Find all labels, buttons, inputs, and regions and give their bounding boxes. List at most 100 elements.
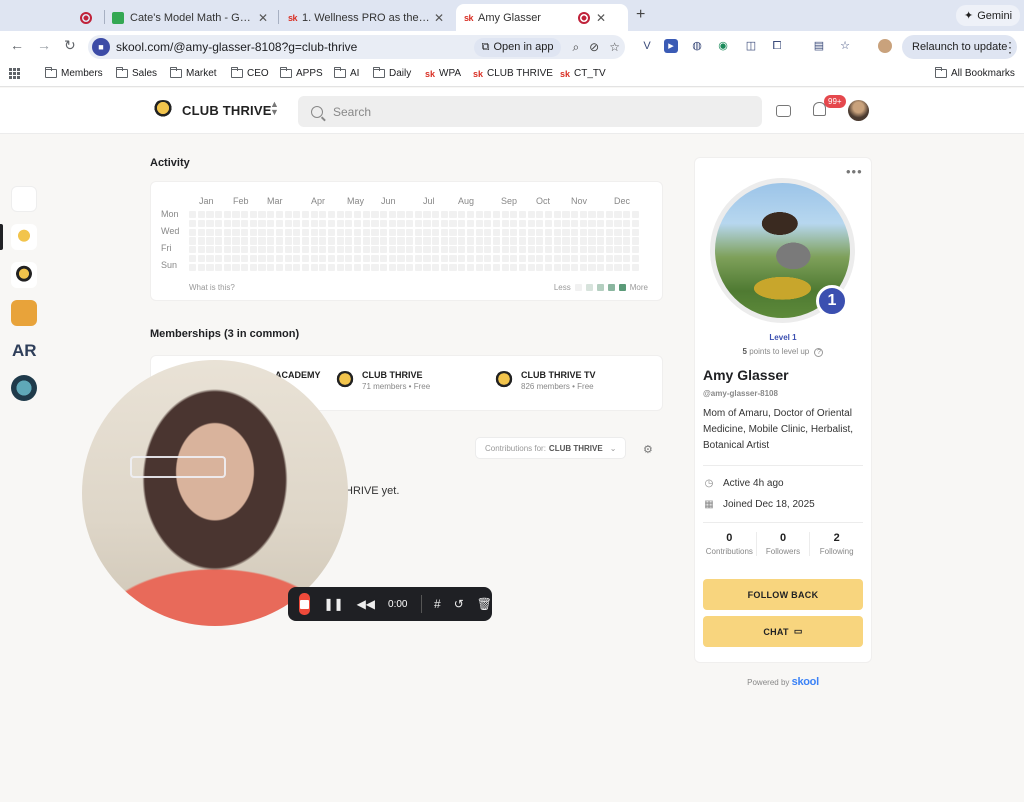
extensions-icon[interactable]: ⧠ bbox=[770, 39, 784, 53]
tab-cates-model-math[interactable]: Cate's Model Math - Google ✕ bbox=[104, 4, 276, 31]
tab-amy-glasser[interactable]: sk Amy Glasser ✕ bbox=[456, 4, 628, 31]
star-icon[interactable]: ☆ bbox=[609, 40, 620, 54]
heatmap-cell bbox=[301, 211, 310, 219]
help-icon[interactable]: ? bbox=[814, 348, 824, 357]
zoom-icon[interactable]: ⌕ bbox=[572, 40, 579, 55]
new-tab-button[interactable]: + bbox=[636, 6, 645, 24]
heatmap-cell bbox=[553, 219, 561, 228]
search-placeholder: Search bbox=[333, 104, 372, 119]
heatmap-cell bbox=[527, 254, 535, 263]
reading-list-icon[interactable]: ▤ bbox=[812, 39, 826, 53]
heatmap-cell bbox=[406, 219, 414, 228]
grid-icon[interactable]: # bbox=[434, 597, 441, 611]
heatmap-cell bbox=[310, 246, 318, 254]
heatmap-cell bbox=[623, 254, 631, 263]
chat-icon[interactable] bbox=[776, 105, 791, 117]
what-is-this-link[interactable]: What is this? bbox=[189, 283, 235, 292]
close-icon[interactable]: ✕ bbox=[258, 11, 268, 25]
trash-icon[interactable]: 🗑 bbox=[477, 597, 492, 611]
heatmap-cell bbox=[631, 211, 639, 219]
heatmap-cell bbox=[215, 237, 223, 245]
chevron-up-down-icon[interactable]: ▲ ▼ bbox=[270, 100, 279, 117]
eye-slash-icon[interactable]: ⊘ bbox=[589, 40, 599, 54]
heatmap-cell bbox=[362, 254, 370, 263]
bookmark-wpa[interactable]: sk WPA bbox=[425, 68, 461, 79]
divider bbox=[420, 595, 422, 613]
rewind-icon[interactable]: ◀◀ bbox=[357, 597, 375, 611]
heatmap-cell bbox=[319, 246, 327, 254]
rail-community-cat[interactable] bbox=[11, 300, 37, 326]
rail-community-hero[interactable] bbox=[11, 375, 37, 401]
tab-recording[interactable] bbox=[72, 4, 104, 31]
bookmark-ceo[interactable]: CEO bbox=[231, 67, 269, 79]
bookmark-members[interactable]: Members bbox=[45, 67, 103, 79]
back-arrow-icon[interactable]: ← bbox=[10, 37, 24, 53]
heatmap-cell bbox=[258, 211, 266, 219]
more-options-icon[interactable]: ••• bbox=[846, 164, 863, 179]
user-avatar[interactable] bbox=[848, 100, 869, 121]
heatmap-cell bbox=[536, 237, 544, 245]
heatmap-cell bbox=[527, 211, 535, 219]
skool-icon: sk bbox=[425, 68, 436, 79]
stat-followers[interactable]: 0 Followers bbox=[757, 532, 811, 556]
heatmap-cell bbox=[527, 263, 535, 271]
address-bar[interactable]: ■ skool.com/@amy-glasser-8108?g=club-thr… bbox=[88, 35, 625, 59]
heatmap-cell bbox=[449, 237, 457, 245]
bookmark-ai[interactable]: AI bbox=[334, 67, 359, 79]
rail-community-club-thrive-tv[interactable] bbox=[11, 262, 37, 288]
extension-whatsapp-icon[interactable]: ◉ bbox=[716, 39, 730, 53]
membership-club-thrive-tv[interactable]: CLUB THRIVE TV 826 members • Free bbox=[493, 370, 596, 391]
stop-recording-button[interactable] bbox=[299, 593, 311, 615]
heatmap-cell bbox=[458, 228, 466, 236]
bookmark-club-thrive[interactable]: sk CLUB THRIVE bbox=[473, 68, 553, 79]
close-icon[interactable]: ✕ bbox=[596, 11, 606, 25]
bookmark-apps[interactable]: APPS bbox=[280, 67, 323, 79]
follow-back-button[interactable]: FOLLOW BACK bbox=[703, 579, 863, 610]
search-input[interactable]: Search bbox=[298, 96, 762, 127]
bookmark-sales[interactable]: Sales bbox=[116, 67, 157, 79]
tab-wellness-pro[interactable]: sk 1. Wellness PRO as the HERO ✕ bbox=[280, 4, 452, 31]
restart-icon[interactable]: ↺ bbox=[454, 597, 464, 611]
stat-following[interactable]: 2 Following bbox=[810, 532, 863, 556]
filter-sliders-icon[interactable]: ⚙ bbox=[643, 443, 653, 456]
pause-icon[interactable]: ❚❚ bbox=[323, 597, 343, 611]
powered-by-skool[interactable]: Powered by skool bbox=[694, 676, 872, 688]
stat-value: 2 bbox=[833, 532, 840, 544]
extension-flag-icon[interactable]: ▸ bbox=[664, 39, 678, 53]
membership-club-thrive[interactable]: CLUB THRIVE 71 members • Free bbox=[334, 370, 430, 391]
club-thrive-logo[interactable] bbox=[151, 100, 175, 120]
relaunch-to-update-button[interactable]: Relaunch to update bbox=[902, 35, 1018, 59]
rail-community-1[interactable] bbox=[11, 186, 37, 212]
close-icon[interactable]: ✕ bbox=[434, 11, 444, 25]
extension-puzzle-icon[interactable]: ◫ bbox=[744, 39, 758, 53]
rail-community-ar[interactable]: AR bbox=[12, 341, 37, 361]
all-bookmarks[interactable]: All Bookmarks bbox=[935, 67, 1015, 79]
bookmark-market[interactable]: Market bbox=[170, 67, 217, 79]
heatmap-cell bbox=[544, 219, 553, 228]
apps-grid-icon[interactable] bbox=[9, 68, 20, 79]
chat-button[interactable]: CHAT ▭ bbox=[703, 616, 863, 647]
community-name[interactable]: CLUB THRIVE bbox=[182, 103, 272, 118]
gemini-button[interactable]: ✦ Gemini bbox=[956, 5, 1021, 26]
bookmark-daily[interactable]: Daily bbox=[373, 67, 411, 79]
open-in-app-button[interactable]: ⧉ Open in app bbox=[473, 37, 562, 57]
profile-avatar-icon[interactable] bbox=[878, 39, 892, 53]
rail-community-club-thrive[interactable] bbox=[11, 224, 37, 250]
heatmap-cell bbox=[571, 254, 579, 263]
clock-icon: ◷ bbox=[704, 478, 714, 489]
heatmap-cell bbox=[284, 246, 292, 254]
stat-contributions[interactable]: 0 Contributions bbox=[703, 532, 757, 556]
extension-v-icon[interactable]: V bbox=[640, 39, 654, 53]
bookmark-star-icon[interactable]: ☆ bbox=[838, 39, 852, 53]
extension-globe-icon[interactable]: ◍ bbox=[690, 39, 704, 53]
heatmap-cell bbox=[301, 219, 310, 228]
chevron-down-icon: ⌄ bbox=[609, 443, 617, 453]
forward-arrow-icon[interactable]: → bbox=[37, 37, 51, 53]
heatmap-cell bbox=[527, 237, 535, 245]
heatmap-cell bbox=[432, 219, 440, 228]
reload-icon[interactable]: ↻ bbox=[64, 37, 76, 54]
bookmark-ct-tv[interactable]: sk CT_TV bbox=[560, 68, 606, 79]
contributions-filter-dropdown[interactable]: Contributions for: CLUB THRIVE ⌄ bbox=[475, 437, 627, 459]
chrome-menu-icon[interactable]: ⋮ bbox=[1003, 39, 1017, 56]
month-label: Oct bbox=[536, 196, 551, 206]
